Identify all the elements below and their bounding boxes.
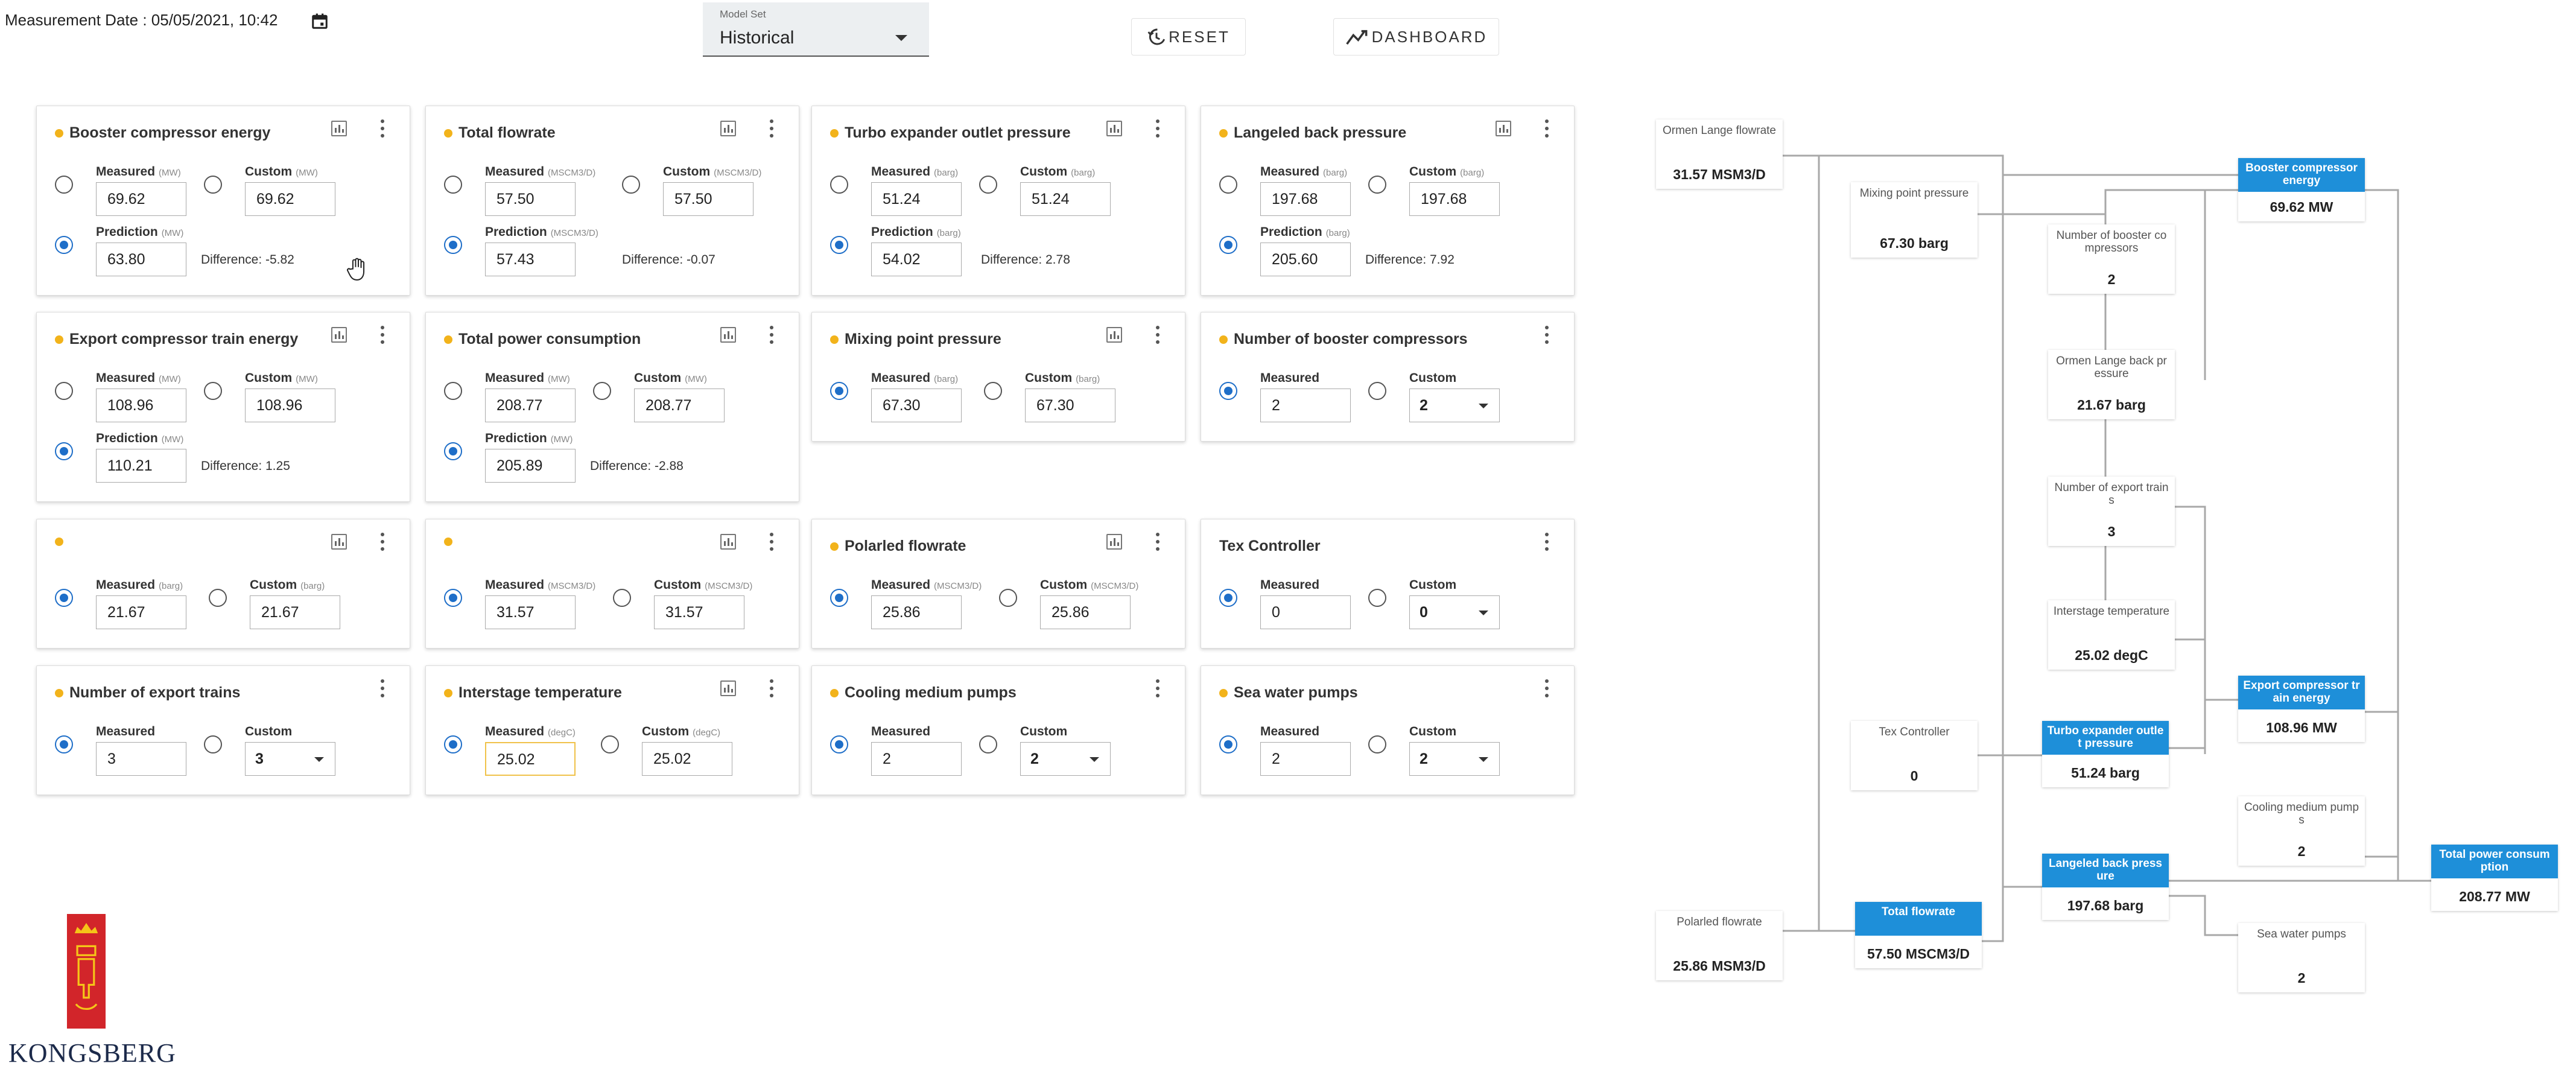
node-title: Tex Controller <box>1879 726 1950 738</box>
node-total-power-consumption[interactable]: Total power consumption 208.77 MW <box>2431 845 2558 911</box>
node-number-of-export-trains[interactable]: Number of export trains 3 <box>2048 477 2175 546</box>
node-tex-controller[interactable]: Tex Controller 0 <box>1851 721 1978 790</box>
node-value: 31.57 MSM3/D <box>1656 163 1783 185</box>
node-title: Turbo expander outlet pressure <box>2042 721 2169 755</box>
node-title: Ormen Lange flowrate <box>1663 124 1776 137</box>
node-value: 25.86 MSM3/D <box>1656 955 1783 977</box>
node-turbo-expander-outlet-pressure[interactable]: Turbo expander outlet pressure 51.24 bar… <box>2042 721 2169 787</box>
node-value: 51.24 barg <box>2042 762 2169 784</box>
node-ormen-lange-back-pressure[interactable]: Ormen Lange back pressure 21.67 barg <box>2048 350 2175 419</box>
node-value: 69.62 MW <box>2238 196 2365 218</box>
node-title: Number of export trains <box>2054 481 2169 507</box>
node-title: Cooling medium pumps <box>2244 801 2359 826</box>
node-number-of-booster-compressors[interactable]: Number of booster compressors 2 <box>2048 224 2175 294</box>
node-title: Mixing point pressure <box>1859 187 1969 200</box>
node-mixing-point-pressure[interactable]: Mixing point pressure 67.30 barg <box>1851 182 1978 258</box>
node-title: Booster compressor energy <box>2238 158 2365 192</box>
node-title: Export compressor train energy <box>2238 676 2365 709</box>
node-value: 108.96 MW <box>2238 717 2365 738</box>
node-title: Ormen Lange back pressure <box>2056 355 2167 380</box>
node-value: 0 <box>1851 765 1978 787</box>
node-total-flowrate[interactable]: Total flowrate 57.50 MSCM3/D <box>1855 902 1982 968</box>
node-title: Number of booster compressors <box>2056 229 2167 255</box>
node-cooling-medium-pumps[interactable]: Cooling medium pumps 2 <box>2238 796 2365 866</box>
node-title: Interstage temperature <box>2053 605 2170 618</box>
node-value: 2 <box>2238 967 2365 989</box>
node-value: 21.67 barg <box>2048 394 2175 416</box>
node-title: Sea water pumps <box>2257 928 2346 941</box>
node-export-compressor-train-energy[interactable]: Export compressor train energy 108.96 MW <box>2238 676 2365 742</box>
node-value: 25.02 degC <box>2048 644 2175 666</box>
node-value: 67.30 barg <box>1851 232 1978 254</box>
node-value: 208.77 MW <box>2431 886 2558 907</box>
node-title: Polarled flowrate <box>1677 916 1762 928</box>
kongsberg-logo-text: KONGSBERG <box>8 1038 176 1068</box>
kongsberg-logo <box>66 914 106 1029</box>
node-value: 57.50 MSCM3/D <box>1855 943 1982 965</box>
node-polarled-flowrate[interactable]: Polarled flowrate 25.86 MSM3/D <box>1656 911 1783 980</box>
node-value: 2 <box>2048 268 2175 290</box>
node-sea-water-pumps[interactable]: Sea water pumps 2 <box>2238 923 2365 992</box>
node-langeled-back-pressure[interactable]: Langeled back pressure 197.68 barg <box>2042 854 2169 920</box>
node-title: Total power consumption <box>2431 845 2558 878</box>
node-title: Total flowrate <box>1855 902 1982 936</box>
node-value: 197.68 barg <box>2042 895 2169 916</box>
node-title: Langeled back pressure <box>2042 854 2169 887</box>
node-ormen-lange-flowrate[interactable]: Ormen Lange flowrate 31.57 MSM3/D <box>1656 119 1783 189</box>
node-value: 3 <box>2048 521 2175 542</box>
node-booster-compressor-energy[interactable]: Booster compressor energy 69.62 MW <box>2238 158 2365 221</box>
node-interstage-temperature[interactable]: Interstage temperature 25.02 degC <box>2048 600 2175 670</box>
diagram-connectors <box>1783 154 2438 942</box>
node-value: 2 <box>2238 840 2365 862</box>
